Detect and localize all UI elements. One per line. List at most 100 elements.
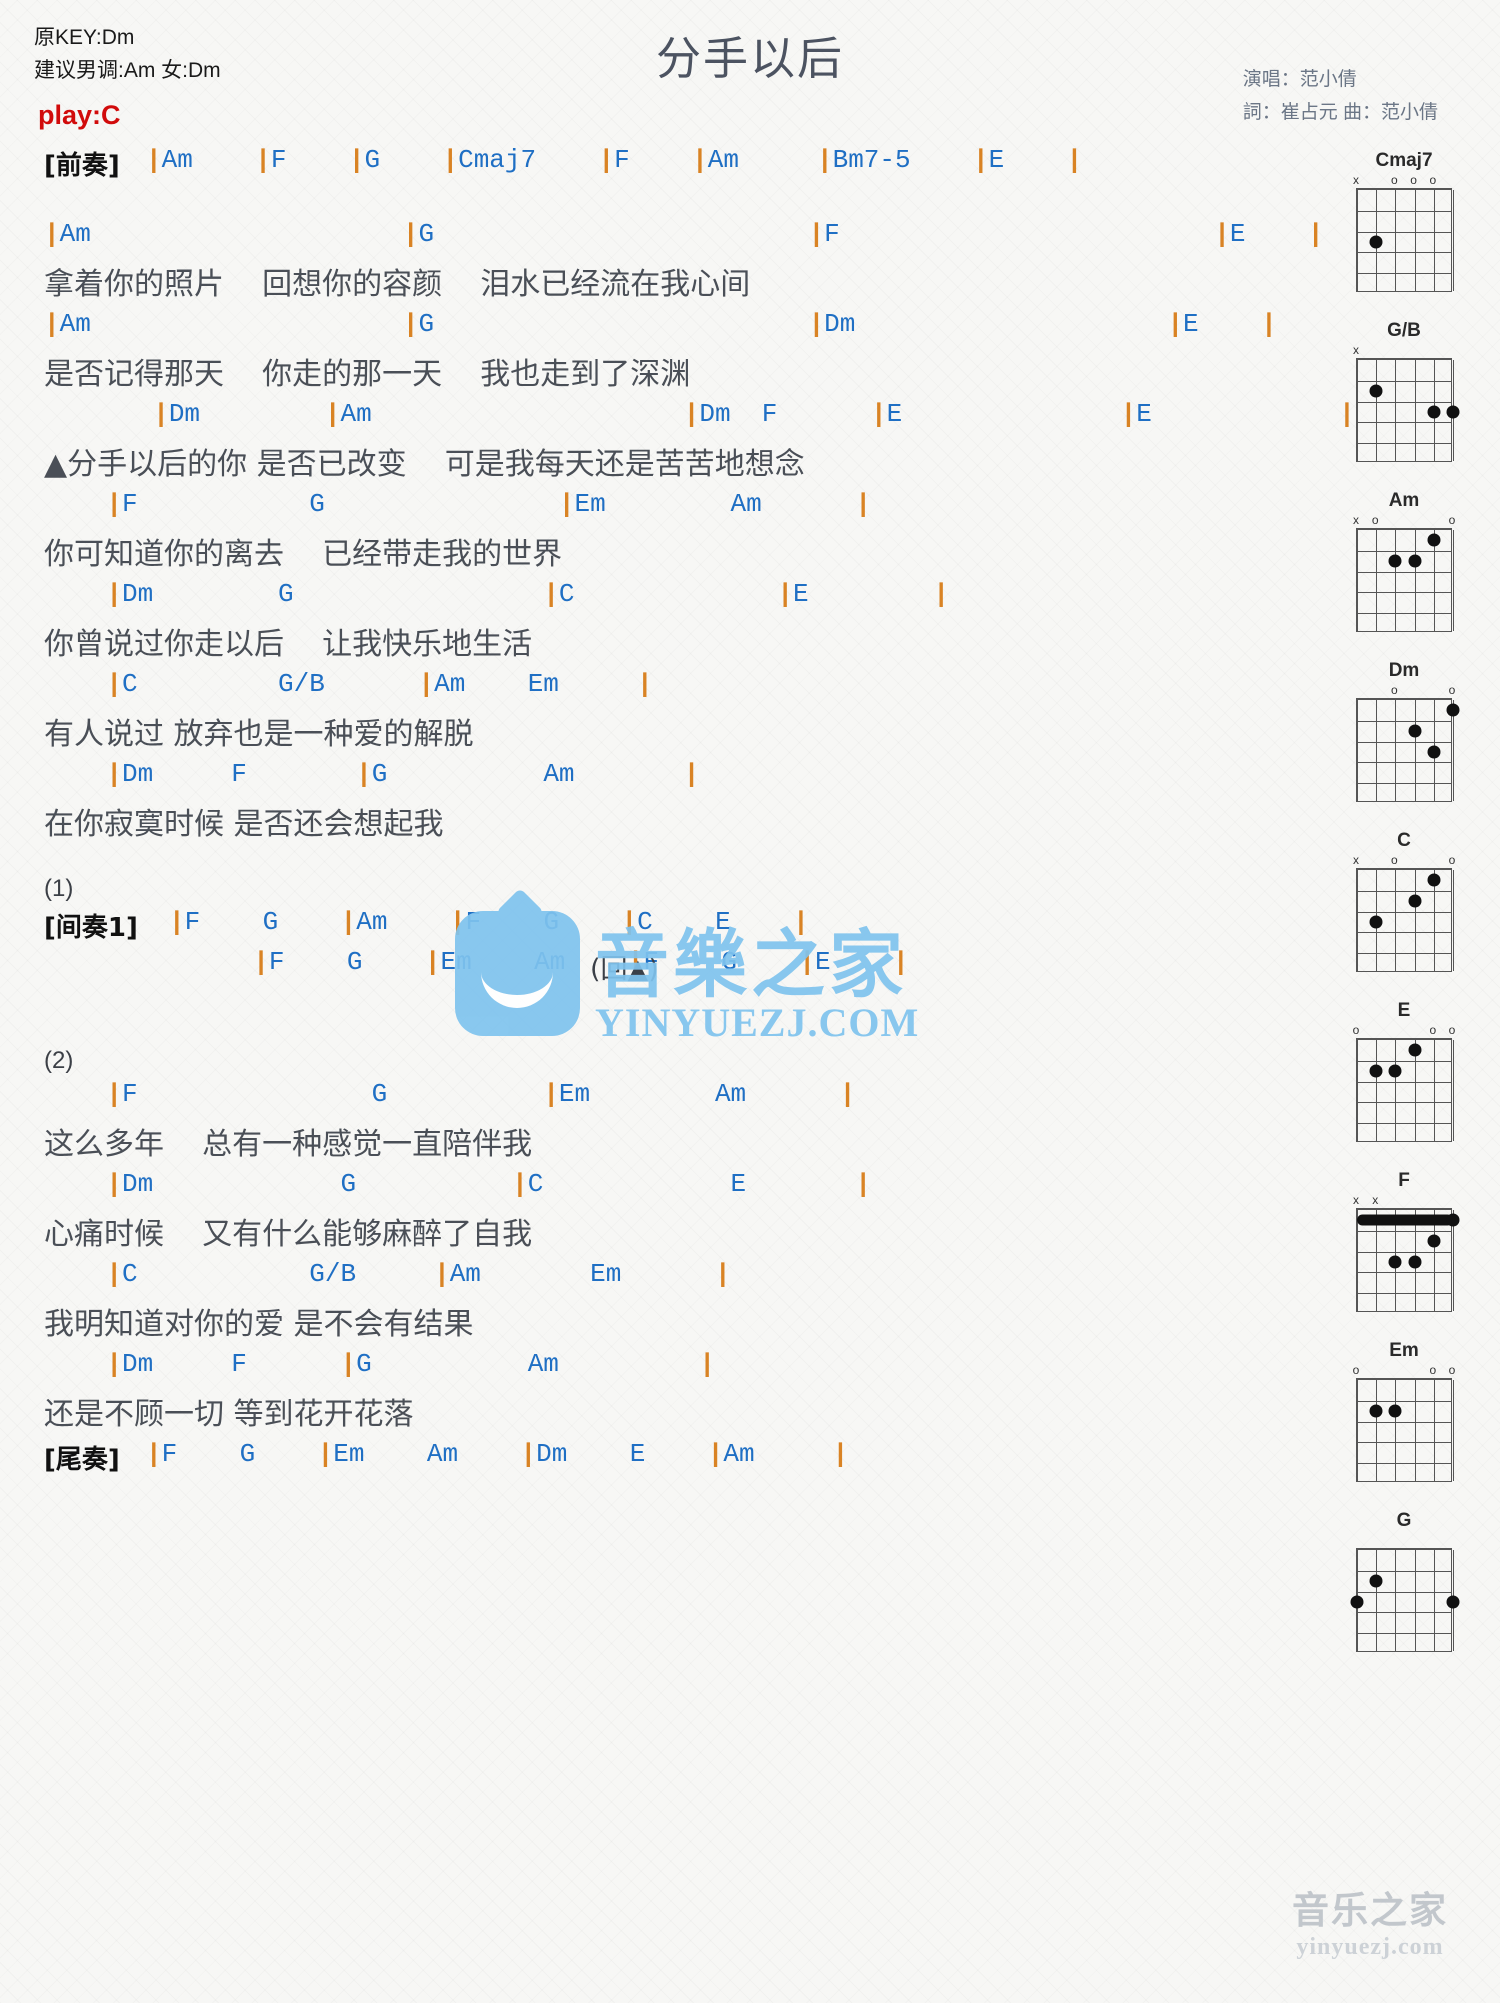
section-tag: [间奏1] [44, 913, 138, 943]
chord-symbols: |C G/B |Am Em | [106, 669, 653, 699]
finger-dot [1369, 1064, 1383, 1078]
chord-line: |Dm G |C E | [0, 1169, 1060, 1209]
lyric-text: 在你寂寞时候 是否还会想起我 [44, 807, 444, 842]
chord-lyric-line: [前奏] |Am |F |G |Cmaj7 |F |Am |Bm7-5 |E | [0, 145, 1082, 219]
chord-symbols: |Am |G |Dm |E | [44, 309, 1277, 339]
open-string-icon: o [1448, 1023, 1456, 1037]
chord-symbols: |F G |Em Am |Dm E |Am | [146, 1439, 849, 1469]
lyric-line: 这么多年 总有一种感觉一直陪伴我 [0, 1119, 1060, 1169]
finger-dot [1408, 1043, 1422, 1057]
fretboard-grid [1350, 1548, 1460, 1652]
open-mute-markers: xooo [1338, 173, 1470, 188]
chord-symbols: |Dm G |C |E | [106, 579, 950, 609]
lyric-text: ▲分手以后的你 是否已改变 可是我每天还是苦苦地想念 [44, 447, 805, 482]
chord-lyric-line: |C G/B |Am Em | 我明知道对你的爱 是不会有结果 [0, 1259, 1060, 1349]
lyric-line: 拿着你的照片 回想你的容颜 泪水已经流在我心间 [0, 259, 1060, 309]
lyric-line: 心痛时候 又有什么能够麻醉了自我 [0, 1209, 1060, 1259]
chord-lyric-line: |F G |Em Am | 你可知道你的离去 已经带走我的世界 [0, 489, 1060, 579]
fretboard-grid [1356, 698, 1460, 802]
lyric-line: 你曾说过你走以后 让我快乐地生活 [0, 619, 1060, 669]
open-mute-markers: xoo [1338, 853, 1470, 868]
watermark-footer: 音乐之家 yinyuezj.com [1292, 1880, 1448, 1961]
lyric-line: 是否记得那天 你走的那一天 我也走到了深渊 [0, 349, 1060, 399]
chord-diagram-g-b: G/B x [1338, 320, 1470, 462]
watermark-footer-url: yinyuezj.com [1296, 1934, 1444, 1960]
finger-dot [1388, 1064, 1402, 1078]
line-spacer [0, 1479, 1060, 1513]
muted-string-icon: x [1353, 1193, 1359, 1207]
lyric-line: 还是不顾一切 等到花开花落 [0, 1389, 1060, 1439]
chord-line: |Dm G |C |E | [0, 579, 1060, 619]
play-key: play:C [38, 100, 121, 130]
fretboard-grid [1356, 1038, 1454, 1142]
finger-dot [1427, 1234, 1441, 1248]
finger-dot [1446, 1213, 1460, 1227]
finger-dot [1388, 1255, 1402, 1269]
chord-symbols: |Dm F |G Am | [106, 1349, 715, 1379]
finger-dot [1427, 745, 1441, 759]
chord-diagram-label: Em [1389, 1340, 1419, 1361]
chord-diagram-cmaj7: Cmaj7 x o o o [1338, 150, 1470, 292]
lyric-text: 是否记得那天 你走的那一天 我也走到了深渊 [44, 357, 691, 392]
finger-dot [1446, 405, 1460, 419]
open-string-icon: o [1448, 1363, 1456, 1377]
chord-diagram-label: G [1396, 1510, 1412, 1531]
chord-line: |F G |Em Am | [0, 489, 1060, 529]
lyric-line: 有人说过 放弃也是一种爱的解脱 [0, 709, 1060, 759]
chord-diagram-em: Em o o o [1338, 1340, 1470, 1482]
muted-string-icon: x [1353, 173, 1359, 187]
chord-diagram-label: Dm [1388, 660, 1420, 681]
chord-symbols: |F G |Em Am | [106, 1079, 856, 1109]
fretboard-grid [1356, 528, 1454, 632]
chord-lyric-line: |Dm F |G Am | 还是不顾一切 等到花开花落 [0, 1349, 1060, 1439]
open-string-icon: o [1429, 1023, 1437, 1037]
chord-lyric-line: |C G/B |Am Em | 有人说过 放弃也是一种爱的解脱 [0, 669, 1060, 759]
finger-dot [1408, 1255, 1422, 1269]
chord-diagram-c: Cx o o [1338, 830, 1470, 972]
chord-diagram-am: Am x o o [1338, 490, 1470, 632]
open-string-icon: o [1391, 173, 1398, 187]
section-marker: (2) [44, 1047, 74, 1074]
muted-string-icon: x [1372, 1193, 1379, 1207]
finger-dot [1408, 894, 1422, 908]
finger-dot [1369, 1404, 1383, 1418]
chord-line: |Am |G |F |E | [0, 219, 1323, 259]
open-mute-markers: ooo [1338, 1023, 1470, 1038]
lyric-text: 有人说过 放弃也是一种爱的解脱 [44, 717, 474, 752]
open-mute-markers: x [1338, 343, 1470, 358]
open-string-icon: o [1391, 683, 1398, 697]
chord-lyric-line: |Dm G |C |E | 你曾说过你走以后 让我快乐地生活 [0, 579, 1060, 669]
chord-lyric-line: |Dm |Am |Dm F |E |E | ▲分手以后的你 是否已改变 可是我每天… [0, 399, 1355, 489]
open-mute-markers: oo [1338, 683, 1470, 698]
lyric-text: 你可知道你的离去 已经带走我的世界 [44, 537, 563, 572]
chord-diagram-g: G [1338, 1510, 1470, 1652]
finger-dot [1408, 554, 1422, 568]
chord-line: |Dm |Am |Dm F |E |E | [0, 399, 1354, 439]
chord-lyric-line: |Am |G |Dm |E | 是否记得那天 你走的那一天 我也走到了深渊 [0, 309, 1277, 399]
chord-lyric-line: [尾奏] |F G |Em Am |Dm E |Am | [0, 1439, 1060, 1513]
writer-credit: 詞：崔占元 曲：范小倩 [1242, 102, 1438, 124]
fretboard-grid [1356, 1208, 1460, 1312]
finger-dot [1388, 1404, 1402, 1418]
chord-lyric-line: [间奏1] |F G |Am |F G |C E | |F G |Em Am |F… [0, 907, 1060, 1021]
finger-dot [1388, 554, 1402, 568]
chord-diagram-column: Cmaj7 x o o o G/B x Am x o o Dm o o Cx o o Eo o o Fx x Em o o o G [1338, 150, 1478, 1680]
chord-diagram-f: Fxx [1338, 1170, 1470, 1312]
open-string-icon: o [1391, 853, 1398, 867]
lyric-text: 这么多年 总有一种感觉一直陪伴我 [44, 1127, 533, 1162]
credits: 演唱：范小倩 詞：崔占元 曲：范小倩 [1243, 63, 1438, 130]
open-string-icon: o [1448, 683, 1456, 697]
lyric-line: ▲分手以后的你 是否已改变 可是我每天还是苦苦地想念 [0, 439, 1060, 489]
finger-dot [1369, 235, 1383, 249]
chord-diagram-e: Eooo [1338, 1000, 1470, 1142]
open-string-icon: o [1410, 173, 1417, 187]
open-string-icon: o [1371, 513, 1379, 527]
fretboard-grid [1356, 358, 1460, 462]
chord-sheet: 原KEY:Dm 建议男调:Am 女:Dm play:C 分手以后 演唱：范小倩 … [0, 0, 1500, 2003]
chord-line: |Dm F |G Am | [0, 1349, 1060, 1389]
chord-line: |F G |Em Am | [0, 1079, 1060, 1119]
open-string-icon: o [1429, 1363, 1437, 1377]
fretboard-grid [1356, 868, 1454, 972]
open-mute-markers: xoo [1338, 513, 1470, 528]
chord-symbols: |Am |F |G |Cmaj7 |F |Am |Bm7-5 |E | [146, 145, 1083, 175]
